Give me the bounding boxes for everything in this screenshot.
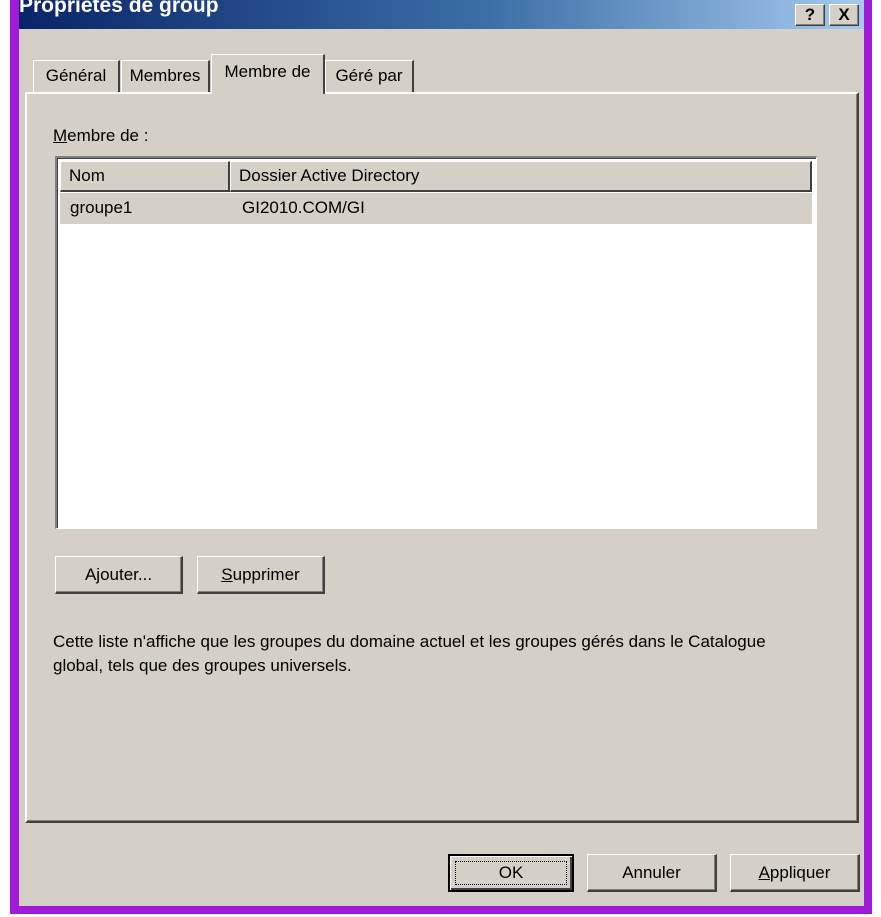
add-label-end: outer... bbox=[100, 564, 153, 584]
cancel-button[interactable]: Annuler bbox=[587, 854, 717, 892]
add-label-start: A bbox=[84, 564, 97, 584]
member-of-list[interactable]: Nom Dossier Active Directory groupe1 GI2… bbox=[55, 156, 817, 529]
add-button[interactable]: Ajouter... bbox=[55, 556, 183, 594]
ok-button[interactable]: OK bbox=[448, 854, 574, 892]
active-tab-joint bbox=[212, 90, 323, 94]
close-button[interactable]: X bbox=[829, 4, 859, 26]
tab-members[interactable]: Membres bbox=[121, 60, 210, 92]
help-button[interactable]: ? bbox=[795, 4, 825, 26]
apply-label-end: ppliquer bbox=[769, 862, 831, 882]
row-name: groupe1 bbox=[70, 198, 133, 217]
column-header-name[interactable]: Nom bbox=[60, 161, 230, 192]
title-bar[interactable]: Propriétés de group ? X bbox=[19, 0, 864, 29]
column-header-folder[interactable]: Dossier Active Directory bbox=[230, 161, 812, 192]
window-title: Propriétés de group bbox=[19, 0, 219, 17]
row-folder: GI2010.COM/GI bbox=[242, 198, 365, 217]
member-of-label: Membre de : bbox=[53, 126, 148, 146]
tab-general[interactable]: Général bbox=[33, 60, 120, 92]
apply-button[interactable]: Appliquer bbox=[730, 854, 860, 892]
info-text: Cette liste n'affiche que les groupes du… bbox=[53, 632, 766, 675]
tab-managed-by[interactable]: Géré par bbox=[325, 60, 414, 92]
remove-accel: S bbox=[221, 564, 233, 584]
properties-dialog: Propriétés de group ? X Général Membres … bbox=[19, 0, 864, 906]
remove-button[interactable]: Supprimer bbox=[197, 556, 325, 594]
apply-accel: A bbox=[758, 862, 770, 882]
member-of-label-text: embre de : bbox=[67, 126, 149, 145]
tab-member-of[interactable]: Membre de bbox=[211, 54, 325, 94]
focus-rectangle bbox=[455, 861, 567, 885]
member-of-accel: M bbox=[53, 126, 68, 145]
table-row[interactable]: groupe1 GI2010.COM/GI bbox=[60, 193, 812, 224]
remove-label-end: upprimer bbox=[232, 564, 300, 584]
